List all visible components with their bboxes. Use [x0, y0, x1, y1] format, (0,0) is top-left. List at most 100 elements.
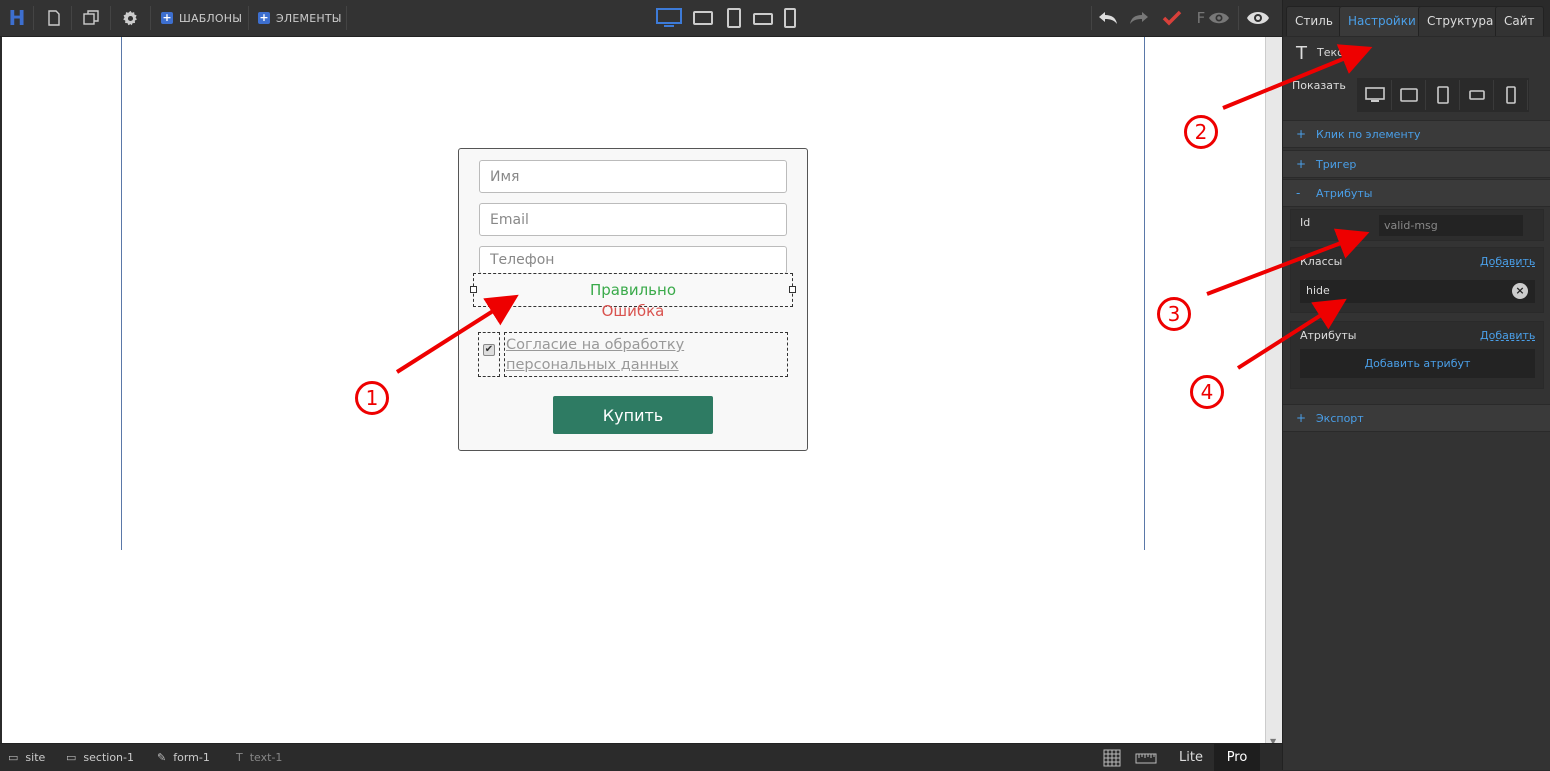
preview-eye-icon[interactable]: [1245, 7, 1271, 29]
canvas-scrollbar[interactable]: ▼: [1265, 37, 1282, 746]
classes-label: Классы: [1300, 255, 1343, 268]
remove-class-icon[interactable]: ×: [1512, 283, 1528, 299]
tablet-landscape-visibility-icon[interactable]: [1392, 80, 1426, 110]
editor-canvas[interactable]: Правильно Ошибка ✔ Согласие на обработку…: [2, 37, 1265, 743]
phone-portrait-visibility-icon[interactable]: [1494, 80, 1528, 110]
expand-plus-icon: +: [1296, 157, 1307, 171]
attributes-label: Атрибуты: [1300, 329, 1357, 342]
toolbar-divider: [1091, 6, 1092, 30]
section-trigger[interactable]: + Тригер: [1283, 150, 1550, 178]
edit-icon: ✎: [157, 751, 167, 764]
expand-plus-icon: +: [1296, 127, 1307, 141]
email-input[interactable]: [479, 203, 787, 236]
container-guide-left: [121, 37, 122, 550]
class-tag: hide ×: [1300, 280, 1535, 303]
ruler-icon[interactable]: [1134, 747, 1158, 769]
add-attribute-button[interactable]: Добавить атрибут: [1300, 349, 1535, 378]
toolbar-divider: [110, 6, 111, 30]
annotation-badge: 4: [1190, 375, 1224, 409]
annotation-badge: 1: [355, 381, 389, 415]
classes-add-link[interactable]: Добавить: [1480, 255, 1535, 268]
show-label: Показать: [1292, 79, 1346, 92]
phone-landscape-icon[interactable]: [752, 7, 774, 29]
name-input[interactable]: [479, 160, 787, 193]
tab-structure[interactable]: Структура: [1418, 6, 1503, 36]
resize-handle-right[interactable]: [789, 286, 796, 293]
tab-style[interactable]: Стиль: [1286, 6, 1342, 36]
attributes-add-link[interactable]: Добавить: [1480, 329, 1535, 342]
tablet-landscape-icon[interactable]: [692, 7, 714, 29]
consent-checkbox[interactable]: ✔: [483, 344, 495, 356]
tablet-portrait-visibility-icon[interactable]: [1426, 80, 1460, 110]
tablet-portrait-icon[interactable]: [725, 7, 743, 29]
block-icon: ▭: [66, 751, 77, 764]
elements-label: ЭЛЕМЕНТЫ: [276, 11, 342, 25]
desktop-visibility-icon[interactable]: [1358, 80, 1392, 110]
phone-input[interactable]: [479, 246, 787, 274]
toolbar-divider: [248, 6, 249, 30]
lite-mode-button[interactable]: Lite: [1168, 744, 1214, 771]
f-label: F: [1196, 9, 1206, 27]
breadcrumb-site[interactable]: ▭ site: [8, 751, 45, 764]
templates-label: ШАБЛОНЫ: [179, 11, 243, 25]
error-message-text: Ошибка: [601, 302, 665, 320]
pro-mode-button[interactable]: Pro: [1214, 744, 1260, 771]
annotation-badge: 3: [1157, 297, 1191, 331]
new-page-icon[interactable]: [43, 7, 65, 29]
id-card: Id: [1290, 209, 1544, 241]
undo-icon[interactable]: [1096, 7, 1120, 29]
plus-icon: +: [258, 11, 270, 24]
desktop-view-icon[interactable]: [656, 7, 682, 29]
toolbar-divider: [71, 6, 72, 30]
id-input[interactable]: [1379, 215, 1523, 236]
plus-icon: +: [161, 11, 173, 24]
elements-button[interactable]: + ЭЛЕМЕНТЫ: [258, 7, 342, 29]
top-toolbar: H + ШАБЛОНЫ + ЭЛЕМЕНТЫ F: [0, 0, 1282, 37]
toolbar-divider: [1238, 6, 1239, 30]
resize-handle-left[interactable]: [470, 286, 477, 293]
section-label: Атрибуты: [1316, 186, 1373, 200]
text-type-icon: T: [1296, 43, 1307, 64]
breadcrumb-label: site: [25, 751, 46, 764]
section-label: Клик по элементу: [1316, 127, 1421, 141]
duplicate-icon[interactable]: [80, 7, 102, 29]
redo-icon[interactable]: [1127, 7, 1151, 29]
toolbar-divider: [346, 6, 347, 30]
toolbar-divider: [33, 6, 34, 30]
expand-plus-icon: +: [1296, 411, 1307, 425]
consent-checkbox-wrapper[interactable]: ✔: [478, 332, 500, 377]
toolbar-divider: [150, 6, 151, 30]
order-form[interactable]: Правильно Ошибка ✔ Согласие на обработку…: [458, 148, 808, 451]
section-label: Тригер: [1316, 157, 1357, 171]
breadcrumb-text[interactable]: T text-1: [236, 751, 282, 764]
buy-button[interactable]: Купить: [553, 396, 713, 434]
grid-icon[interactable]: [1102, 747, 1122, 769]
status-bar: ▭ site ▭ section-1 ✎ form-1 T text-1 Lit…: [0, 743, 1282, 771]
phone-landscape-visibility-icon[interactable]: [1460, 80, 1494, 110]
consent-text[interactable]: Согласие на обработку персональных данны…: [504, 332, 788, 377]
section-click-element[interactable]: + Клик по элементу: [1283, 120, 1550, 148]
breadcrumb-section[interactable]: ▭ section-1: [66, 751, 134, 764]
section-export[interactable]: + Экспорт: [1283, 404, 1550, 432]
app-logo[interactable]: H: [6, 6, 28, 30]
tab-settings[interactable]: Настройки: [1339, 6, 1425, 36]
breadcrumb-label: form-1: [173, 751, 210, 764]
settings-gear-icon[interactable]: [119, 7, 141, 29]
id-label: Id: [1300, 216, 1311, 229]
panel-tabs: Стиль Настройки Структура Сайт: [1283, 0, 1550, 37]
text-icon: T: [236, 751, 243, 764]
collapse-minus-icon: -: [1296, 186, 1301, 200]
section-attributes[interactable]: - Атрибуты: [1283, 179, 1550, 207]
templates-button[interactable]: + ШАБЛОНЫ: [161, 7, 242, 29]
attributes-card: Атрибуты Добавить Добавить атрибут: [1290, 321, 1544, 389]
breadcrumb-label: text-1: [249, 751, 283, 764]
phone-portrait-icon[interactable]: [783, 7, 797, 29]
preview-eye-grey-icon[interactable]: [1207, 7, 1231, 29]
annotation-badge: 2: [1184, 115, 1218, 149]
section-label: Экспорт: [1316, 411, 1364, 425]
tab-site[interactable]: Сайт: [1495, 6, 1544, 36]
checkmark-icon[interactable]: [1160, 7, 1184, 29]
classes-card: Классы Добавить hide ×: [1290, 247, 1544, 313]
breadcrumb-form[interactable]: ✎ form-1: [157, 751, 210, 764]
container-guide-right: [1144, 37, 1145, 550]
